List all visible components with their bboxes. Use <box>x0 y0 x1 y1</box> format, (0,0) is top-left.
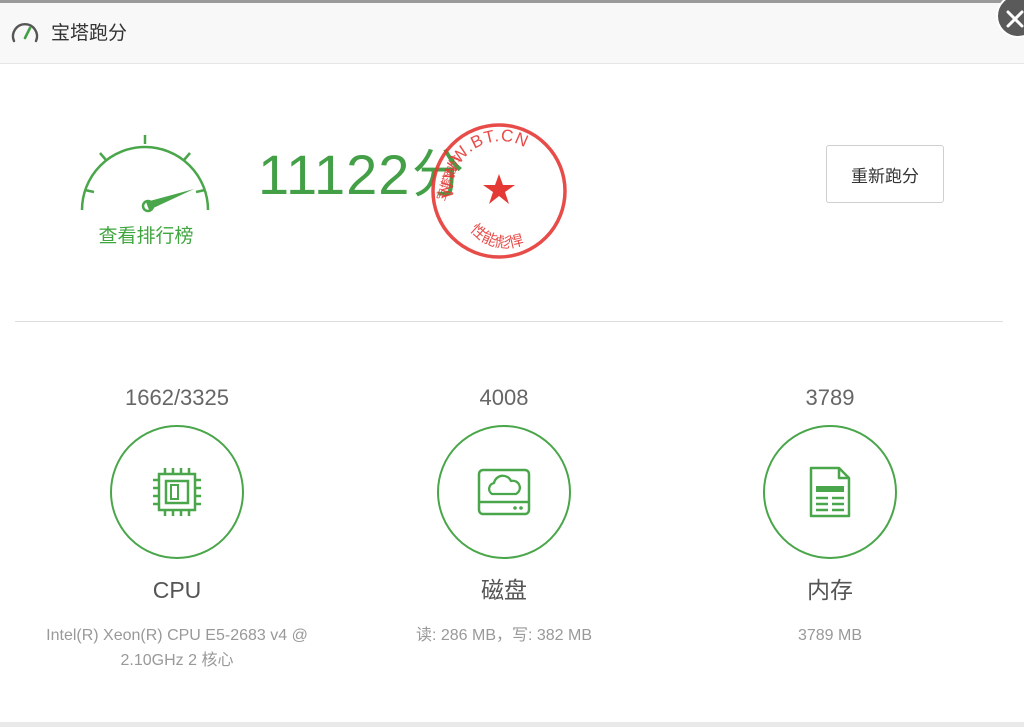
memory-circle <box>763 425 897 559</box>
disk-score: 4008 <box>479 385 529 410</box>
speedometer-icon <box>11 23 39 43</box>
window-title: 宝塔跑分 <box>51 23 128 44</box>
metric-disk: 4008 磁盘 读: 286 MB，写: 382 MB <box>339 380 669 648</box>
memory-label: 内存 <box>807 577 853 603</box>
metric-cpu: 1662/3325 CPU Intel(R) Xeon(R) CPU E5-26… <box>12 380 342 673</box>
total-score: 11122 <box>258 143 411 206</box>
section-divider <box>15 321 1003 322</box>
cpu-chip-icon <box>153 468 201 516</box>
cpu-detail: Intel(R) Xeon(R) CPU E5-2683 v4 @ 2.10GH… <box>46 627 308 669</box>
disk-label: 磁盘 <box>481 577 527 603</box>
disk-cloud-icon <box>477 468 531 516</box>
svg-text:性能彪悍: 性能彪悍 <box>467 220 526 252</box>
window-bottom-edge <box>0 722 1024 727</box>
cpu-label: CPU <box>152 577 202 603</box>
gauge-icon[interactable] <box>76 130 214 216</box>
rerun-benchmark-button[interactable]: 重新跑分 <box>826 145 944 203</box>
memory-doc-icon <box>809 466 851 518</box>
cpu-circle <box>110 425 244 559</box>
disk-detail: 读: 286 MB，写: 382 MB <box>415 627 593 644</box>
seal-star-icon <box>483 174 515 204</box>
memory-score: 3789 <box>805 385 855 410</box>
disk-circle <box>437 425 571 559</box>
seal-bottom-text: 性能彪悍 <box>467 220 526 252</box>
seal-side-text: 宝塔跑分 <box>434 153 464 203</box>
seal-stamp-icon: WWW.BT.CN 性能彪悍 宝塔跑分 <box>431 123 567 259</box>
close-icon <box>1006 10 1024 28</box>
memory-detail: 3789 MB <box>797 627 863 644</box>
metric-memory: 3789 内存 3789 MB <box>665 380 995 648</box>
titlebar: 宝塔跑分 <box>0 3 1024 64</box>
cpu-score: 1662/3325 <box>125 385 229 410</box>
view-leaderboard-link[interactable]: 查看排行榜 <box>90 224 202 250</box>
